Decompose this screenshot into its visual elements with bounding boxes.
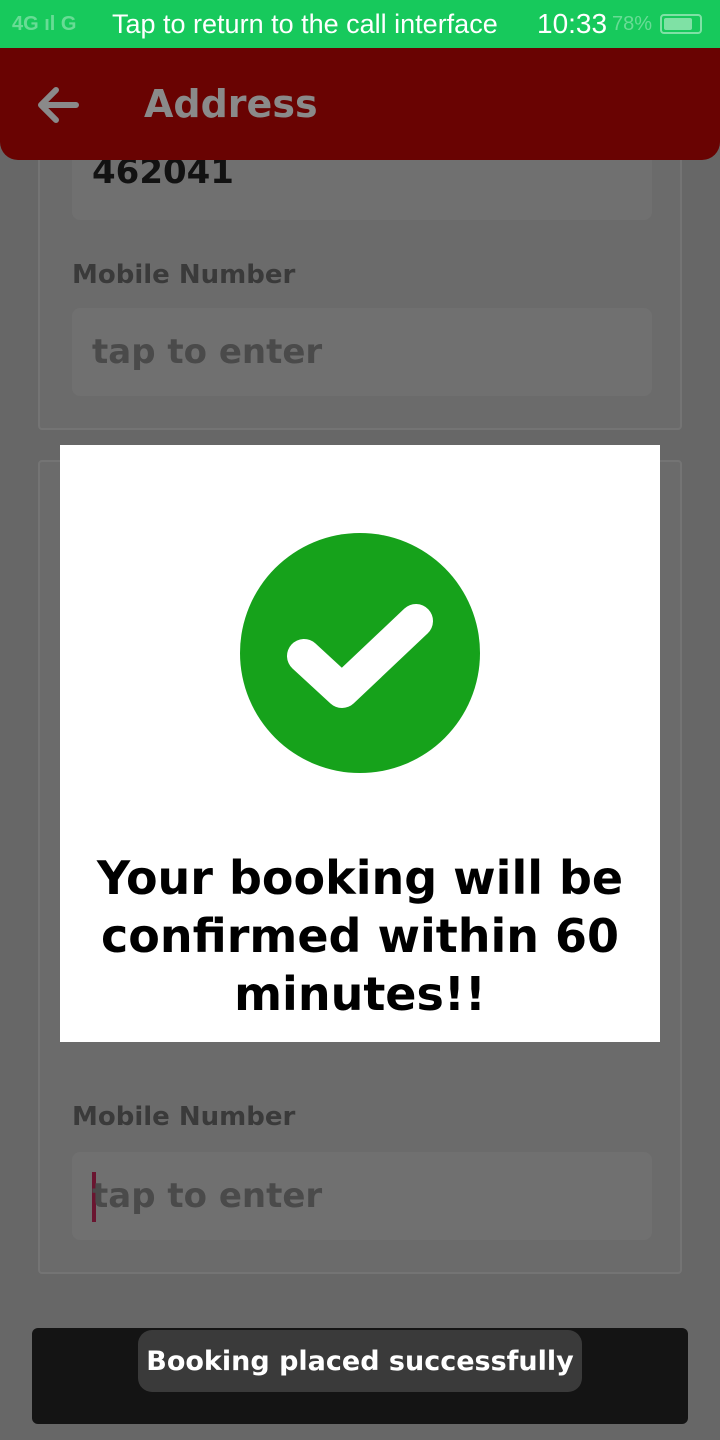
booking-confirmation-dialog[interactable]: Your booking will be confirmed within 60… xyxy=(60,445,660,1042)
status-bar[interactable]: 4G ıl G Tap to return to the call interf… xyxy=(0,0,720,48)
address-card: 462041 Mobile Number tap to enter xyxy=(38,120,682,430)
toast: Booking placed successfully xyxy=(138,1330,582,1392)
mobile-number-placeholder-2: tap to enter xyxy=(92,1176,323,1216)
toast-message: Booking placed successfully xyxy=(146,1345,574,1377)
app-bar: Address xyxy=(0,48,720,160)
check-circle-icon xyxy=(240,533,480,773)
confirmation-message: Your booking will be confirmed within 60… xyxy=(96,851,624,1021)
mobile-number-field-2[interactable]: tap to enter xyxy=(72,1152,652,1240)
signal-text: 4G ıl G xyxy=(12,13,77,35)
mobile-number-placeholder: tap to enter xyxy=(92,332,323,372)
return-to-call-banner[interactable]: Tap to return to the call interface xyxy=(112,9,498,40)
mobile-number-label-2: Mobile Number xyxy=(72,1102,296,1132)
back-arrow-icon[interactable] xyxy=(34,82,80,128)
mobile-number-label: Mobile Number xyxy=(72,260,296,290)
battery-icon xyxy=(660,14,702,34)
clock: 10:33 xyxy=(537,8,608,39)
mobile-number-field[interactable]: tap to enter xyxy=(72,308,652,396)
page-title: Address xyxy=(144,82,318,126)
battery-percent: 78% xyxy=(612,13,653,35)
